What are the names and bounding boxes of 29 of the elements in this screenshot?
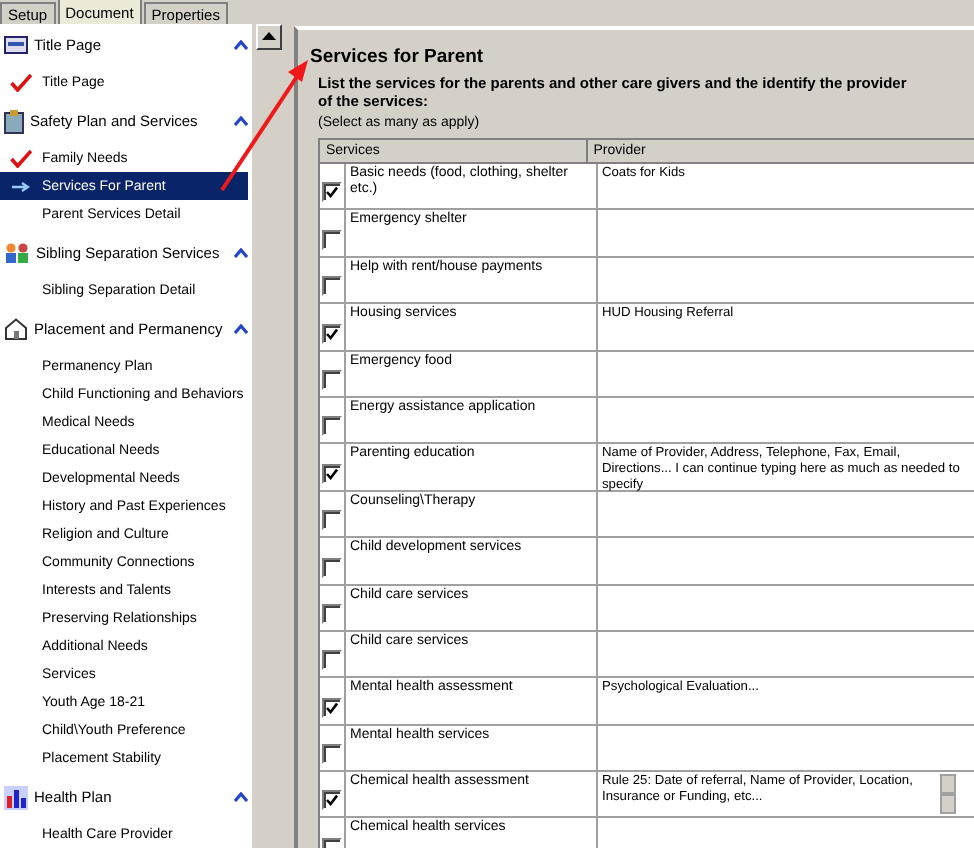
checkbox[interactable] bbox=[322, 557, 342, 578]
chevron-up-icon[interactable] bbox=[234, 40, 248, 50]
checkbox[interactable] bbox=[322, 182, 342, 203]
checkbox[interactable] bbox=[322, 229, 342, 250]
chart-icon bbox=[4, 785, 28, 809]
chevron-up-icon[interactable] bbox=[234, 792, 248, 802]
chevron-up-icon[interactable] bbox=[234, 248, 248, 258]
document-icon bbox=[4, 36, 28, 54]
checkbox[interactable] bbox=[322, 323, 342, 344]
triangle-up-icon bbox=[262, 32, 276, 42]
people-icon bbox=[4, 242, 30, 264]
pointer-arrow bbox=[216, 56, 312, 196]
checkbox[interactable] bbox=[322, 369, 342, 390]
form-title: Services for Parent bbox=[310, 46, 486, 68]
arrow-right-icon bbox=[12, 181, 30, 191]
checkbox[interactable] bbox=[322, 650, 342, 671]
checkbox[interactable] bbox=[322, 510, 342, 531]
checkbox[interactable] bbox=[322, 416, 342, 437]
checkbox[interactable] bbox=[322, 790, 342, 811]
chevron-up-icon[interactable] bbox=[234, 116, 248, 126]
checkbox[interactable] bbox=[322, 697, 342, 718]
chevron-up-icon[interactable] bbox=[234, 324, 248, 334]
scrollbar[interactable] bbox=[940, 774, 956, 815]
scroll-up-button[interactable] bbox=[256, 24, 282, 50]
checkbox[interactable] bbox=[322, 603, 342, 624]
checkbox[interactable] bbox=[322, 463, 342, 484]
checkbox[interactable] bbox=[322, 276, 342, 297]
checkbox[interactable] bbox=[322, 744, 342, 765]
clipboard-icon bbox=[4, 109, 24, 133]
